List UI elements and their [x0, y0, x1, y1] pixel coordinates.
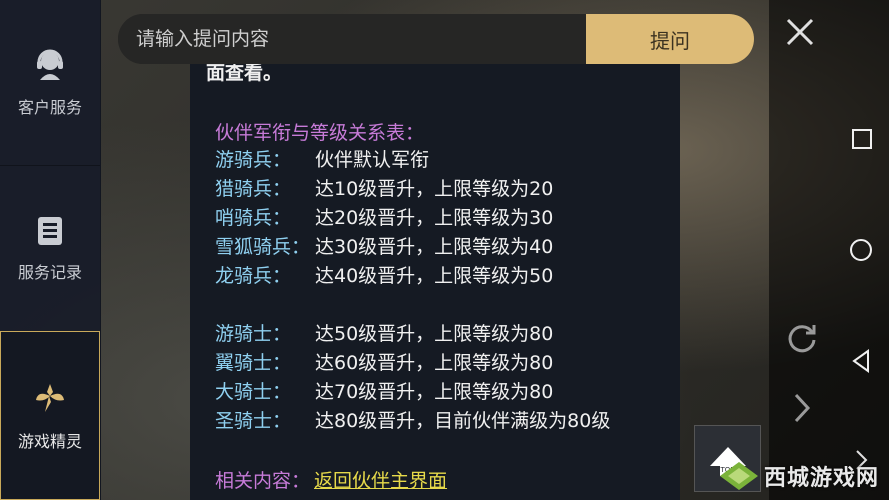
- recent-apps-button[interactable]: [849, 126, 875, 152]
- rank-name: 龙骑兵：: [215, 265, 292, 287]
- rank-desc: 达10级晋升，上限等级为20: [315, 178, 554, 200]
- search-bar: 提问: [118, 14, 754, 64]
- ask-button[interactable]: 提问: [586, 14, 754, 64]
- truncated-text: 面查看。: [206, 64, 283, 84]
- back-button[interactable]: [848, 346, 874, 376]
- triangle-back-icon: [852, 349, 869, 373]
- sidebar-item-customer-service[interactable]: 客户服务: [0, 0, 100, 165]
- close-icon: [786, 18, 814, 46]
- home-button[interactable]: [847, 236, 875, 264]
- related-link[interactable]: 返回伙伴主界面: [314, 470, 447, 492]
- rank-desc: 达30级晋升，上限等级为40: [315, 236, 554, 258]
- refresh-button[interactable]: [782, 318, 822, 358]
- watermark-text: 西城游戏网: [764, 466, 880, 491]
- service-record-icon: [34, 215, 66, 251]
- rank-name: 翼骑士：: [215, 352, 292, 374]
- sidebar-item-label: 客户服务: [17, 97, 82, 117]
- customer-service-icon: [33, 48, 67, 86]
- rank-desc: 达60级晋升，上限等级为80: [315, 352, 554, 374]
- forward-button[interactable]: [790, 390, 814, 426]
- rank-desc: 达80级晋升，目前伙伴满级为80级: [315, 410, 611, 432]
- rank-desc: 伙伴默认军衔: [315, 149, 430, 171]
- game-sprite-icon: [32, 380, 68, 420]
- rank-name: 大骑士：: [215, 381, 292, 403]
- sidebar-item-service-record[interactable]: 服务记录: [0, 166, 100, 331]
- rank-desc: 达70级晋升，上限等级为80: [315, 381, 554, 403]
- watermark: 西城游戏网: [712, 452, 889, 500]
- rank-name: 哨骑兵：: [215, 207, 292, 229]
- related-label: 相关内容：: [215, 470, 311, 492]
- sidebar-item-label: 服务记录: [17, 262, 82, 282]
- circle-icon: [850, 239, 872, 261]
- rank-name: 圣骑士：: [215, 410, 292, 432]
- close-button[interactable]: [780, 12, 820, 52]
- rank-desc: 达50级晋升，上限等级为80: [315, 323, 554, 345]
- section-title: 伙伴军衔与等级关系表：: [215, 122, 425, 144]
- rank-name: 游骑士：: [215, 323, 292, 345]
- rank-name: 游骑兵：: [215, 149, 292, 171]
- square-icon: [852, 129, 872, 149]
- rank-name: 雪狐骑兵：: [215, 236, 311, 258]
- chevron-right-icon: [794, 393, 811, 423]
- refresh-icon: [788, 325, 816, 353]
- sidebar: 客户服务 服务记录 游戏精灵: [0, 0, 101, 500]
- search-input[interactable]: [118, 14, 586, 64]
- answer-panel: 面查看。 伙伴军衔与等级关系表： 游骑兵： 伙伴默认军衔 猎骑兵： 达10级晋升…: [190, 64, 680, 500]
- sidebar-item-label: 游戏精灵: [17, 431, 82, 451]
- rank-desc: 达20级晋升，上限等级为30: [315, 207, 554, 229]
- sidebar-item-game-sprite[interactable]: 游戏精灵: [0, 331, 100, 500]
- rank-desc: 达40级晋升，上限等级为50: [315, 265, 554, 287]
- watermark-logo-icon: [720, 462, 758, 490]
- related-content: 相关内容： 返回伙伴主界面: [215, 466, 447, 493]
- rank-name: 猎骑兵：: [215, 178, 292, 200]
